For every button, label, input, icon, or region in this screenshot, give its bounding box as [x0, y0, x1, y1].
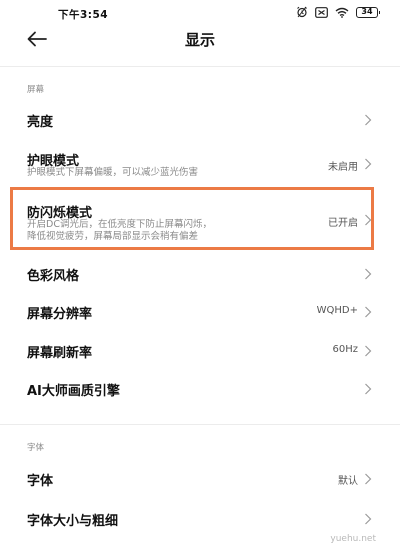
chevron-right-icon — [365, 345, 372, 357]
watermark: yuehu.net — [330, 534, 376, 544]
chevron-right-icon — [365, 513, 372, 525]
setting-subtitle: 护眼模式下屏幕偏暖，可以减少蓝光伤害 — [27, 167, 199, 178]
setting-row-resolution[interactable]: 屏幕分辨率 WQHD+ — [0, 294, 400, 330]
setting-title: 屏幕分辨率 — [27, 307, 93, 322]
setting-title: 屏幕刷新率 — [27, 346, 93, 361]
setting-row-brightness[interactable]: 亮度 — [0, 100, 400, 140]
chevron-right-icon — [365, 158, 372, 170]
highlight-box — [10, 187, 374, 250]
status-time: 下午3:54 — [58, 9, 109, 21]
setting-title: 字体大小与粗细 — [27, 514, 119, 529]
setting-value: 60Hz — [332, 344, 359, 355]
setting-title: 字体 — [27, 474, 54, 489]
setting-value: WQHD+ — [316, 305, 358, 316]
chevron-right-icon — [365, 268, 372, 280]
chevron-right-icon — [365, 383, 372, 395]
setting-value: 未启用 — [328, 162, 358, 173]
chevron-right-icon — [365, 306, 372, 318]
status-icons: 34 — [296, 6, 380, 18]
section-label-screen: 屏幕 — [27, 85, 45, 95]
wifi-icon — [335, 7, 349, 18]
header-divider — [0, 66, 400, 67]
battery-icon: 34 — [356, 6, 380, 18]
setting-row-eye-care[interactable]: 护眼模式 护眼模式下屏幕偏暖，可以减少蓝光伤害 未启用 — [0, 142, 400, 186]
setting-row-refresh-rate[interactable]: 屏幕刷新率 60Hz — [0, 333, 400, 369]
setting-title: 亮度 — [27, 115, 54, 130]
setting-row-font[interactable]: 字体 默认 — [0, 460, 400, 498]
section-label-font: 字体 — [27, 443, 45, 453]
setting-row-color-style[interactable]: 色彩风格 — [0, 256, 400, 292]
setting-value: 默认 — [338, 476, 358, 487]
page-title: 显示 — [184, 31, 215, 49]
chevron-right-icon — [365, 114, 372, 126]
section-divider — [0, 424, 400, 425]
header: 显示 — [0, 22, 400, 56]
setting-title: 色彩风格 — [27, 269, 80, 284]
setting-row-ai-engine[interactable]: AI大师画质引擎 — [0, 371, 400, 407]
battery-level: 34 — [361, 6, 373, 16]
sim-icon — [315, 6, 328, 18]
alarm-icon — [297, 6, 307, 18]
chevron-right-icon — [365, 473, 372, 485]
setting-title: AI大师画质引擎 — [27, 384, 120, 399]
